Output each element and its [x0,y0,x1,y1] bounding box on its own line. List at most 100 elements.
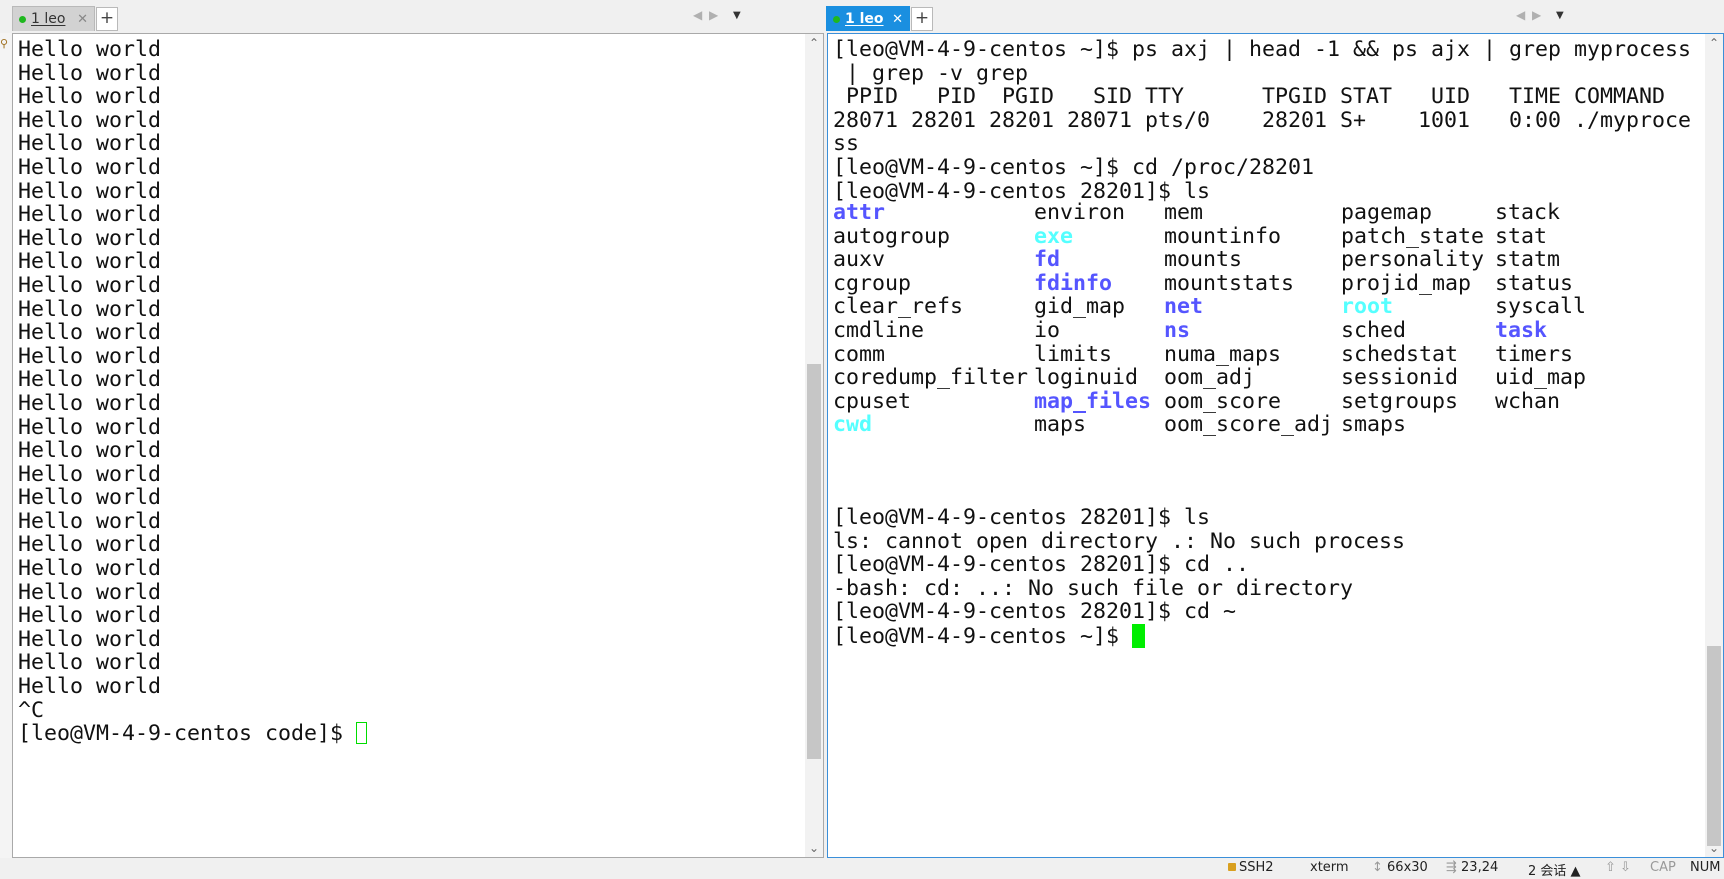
terminal-line: 28071 28201 28201 28071 pts/0 28201 S+ 1… [833,107,1692,133]
tab-menu-dropdown-icon[interactable]: ▼ [1556,10,1564,21]
ls-entry-attr: attr [833,200,886,225]
status-caps: CAP [1650,860,1676,875]
left-tab-bar: 1 leo ✕ + ◀ ▶ ▼ [0,0,826,33]
cursor-position-icon: ⇶ [1446,860,1462,875]
status-num: NUM [1690,860,1721,875]
terminal-cursor [356,722,368,745]
ls-entry-mountstats: mountstats [1164,270,1295,296]
terminal-line: Hello world [18,461,162,487]
ls-entry-projid-map: projid_map [1341,270,1472,296]
ls-entry-mem: mem [1164,200,1204,225]
terminal-line: ss [833,131,860,157]
ls-entry-limits: limits [1034,341,1113,367]
ls-entry-fdinfo: fdinfo [1034,270,1113,296]
terminal-line: Hello world [18,296,162,322]
terminal-line: PPID PID PGID SID TTY TPGID STAT UID TIM… [833,84,1666,110]
ls-entry-uid-map: uid_map [1495,365,1587,391]
new-tab-button[interactable]: + [911,7,933,31]
sessions-label: 2 会话 [1528,864,1567,879]
status-sessions[interactable]: 2 会话 ▲ [1528,860,1581,879]
terminal-prompt-line: [leo@VM-4-9-centos ~]$ [833,623,1405,648]
tab-menu-dropdown-icon[interactable]: ▼ [733,10,741,21]
terminal-line: Hello world [18,674,162,700]
terminal-line: Hello world [18,414,162,440]
ls-entry-comm: comm [833,341,886,367]
tab-close-icon[interactable]: ✕ [77,7,88,32]
status-bar: SSH2 xterm ↕ 66x30 ⇶ 23,24 2 会话 ▲ ⇧ ⇩ CA… [0,858,1724,879]
right-terminal-output-top: [leo@VM-4-9-centos ~]$ ps axj | head -1 … [833,38,1691,203]
ls-entry-maps: maps [1034,412,1087,438]
left-session-tab[interactable]: 1 leo ✕ [12,6,95,31]
terminal-line: Hello world [18,626,162,652]
ls-entry-autogroup: autogroup [833,223,951,249]
size-icon: ↕ [1372,860,1388,875]
tab-label: 1 leo [845,11,884,27]
terminal-line: [leo@VM-4-9-centos 28201]$ ls [833,505,1211,530]
ls-entry-mountinfo: mountinfo [1164,223,1282,249]
ls-entry-exe: exe [1034,223,1074,249]
terminal-line: [leo@VM-4-9-centos 28201]$ cd .. [833,552,1250,578]
ls-entry-net: net [1164,294,1204,320]
terminal-cursor [1132,623,1146,648]
right-session-tab[interactable]: 1 leo ✕ [826,6,910,31]
terminal-line: | grep -v grep [833,60,1029,86]
ls-entry-oom-adj: oom_adj [1164,365,1256,391]
terminal-line: Hello world [18,37,162,62]
terminal-line: Hello world [18,603,162,629]
tab-label: 1 leo [31,11,66,27]
terminal-line: Hello world [18,343,162,369]
left-vertical-scrollbar[interactable]: ⌃ ⌄ [805,34,823,857]
terminal-line: Hello world [18,154,162,180]
sessions-up-arrow-icon: ▲ [1570,864,1581,879]
scrollbar-thumb[interactable] [807,364,821,759]
scroll-down-icon[interactable]: ⌄ [1705,841,1723,855]
status-size: ↕ 66x30 [1372,860,1428,875]
status-cursor-position: ⇶ 23,24 [1446,860,1498,875]
terminal-line: Hello world [18,438,162,464]
tab-scroll-right-icon[interactable]: ▶ [1532,8,1541,22]
tab-scroll-right-icon[interactable]: ▶ [709,8,718,22]
ls-entry-gid-map: gid_map [1034,294,1126,320]
scrollbar-thumb[interactable] [1707,646,1721,846]
terminal-line: Hello world [18,178,162,204]
scroll-up-icon[interactable]: ⌃ [1705,36,1723,50]
tab-close-icon[interactable]: ✕ [892,7,903,32]
ls-entry-stack: stack [1495,200,1561,225]
connected-status-icon [833,16,840,23]
terminal-line: Hello world [18,579,162,605]
tab-scroll-left-icon[interactable]: ◀ [1516,8,1525,22]
right-vertical-scrollbar[interactable]: ⌃ ⌄ [1705,34,1723,857]
tab-scroll-left-icon[interactable]: ◀ [693,8,702,22]
search-icon[interactable]: ⚲ [0,37,8,50]
ls-entry-coredump-filter: coredump_filter [833,365,1029,391]
size-label: 66x30 [1387,860,1428,875]
left-session-pane: 1 leo ✕ + ◀ ▶ ▼ ⚲ Hello world Hello world… [0,0,826,858]
ls-entry-wchan: wchan [1495,388,1561,414]
ls-entry-root: root [1341,294,1394,320]
new-tab-button[interactable]: + [96,7,118,31]
ls-entry-mounts: mounts [1164,247,1243,273]
ls-entry-map-files: map_files [1034,388,1152,414]
ls-entry-personality: personality [1341,247,1485,273]
scroll-up-icon[interactable]: ⌃ [805,36,823,50]
left-terminal-output: Hello world Hello world Hello world Hello w… [18,37,368,746]
terminal-line: ls: cannot open directory .: No such pro… [833,528,1406,554]
terminal-line: Hello world [18,650,162,676]
terminal-line: Hello world [18,225,162,251]
right-tab-bar: 1 leo ✕ + ◀ ▶ ▼ [826,0,1724,33]
lock-icon [1228,863,1236,871]
ls-entry-oom-score: oom_score [1164,388,1282,414]
status-terminal-type: xterm [1310,860,1349,875]
scroll-down-icon[interactable]: ⌄ [805,841,823,855]
ls-entry-timers: timers [1495,341,1574,367]
protocol-label: SSH2 [1239,860,1274,875]
left-terminal[interactable]: Hello world Hello world Hello world Hello w… [12,33,824,858]
ls-entry-numa-maps: numa_maps [1164,341,1282,367]
terminal-line: [leo@VM-4-9-centos 28201]$ ls [833,178,1211,204]
ls-entry-stat: stat [1495,223,1548,249]
ls-entry-clear-refs: clear_refs [833,294,964,320]
ls-entry-auxv: auxv [833,247,886,273]
terminal-line: Hello world [18,202,162,228]
ls-entry-cgroup: cgroup [833,270,912,296]
right-terminal[interactable]: [leo@VM-4-9-centos ~]$ ps axj | head -1 … [827,33,1724,858]
